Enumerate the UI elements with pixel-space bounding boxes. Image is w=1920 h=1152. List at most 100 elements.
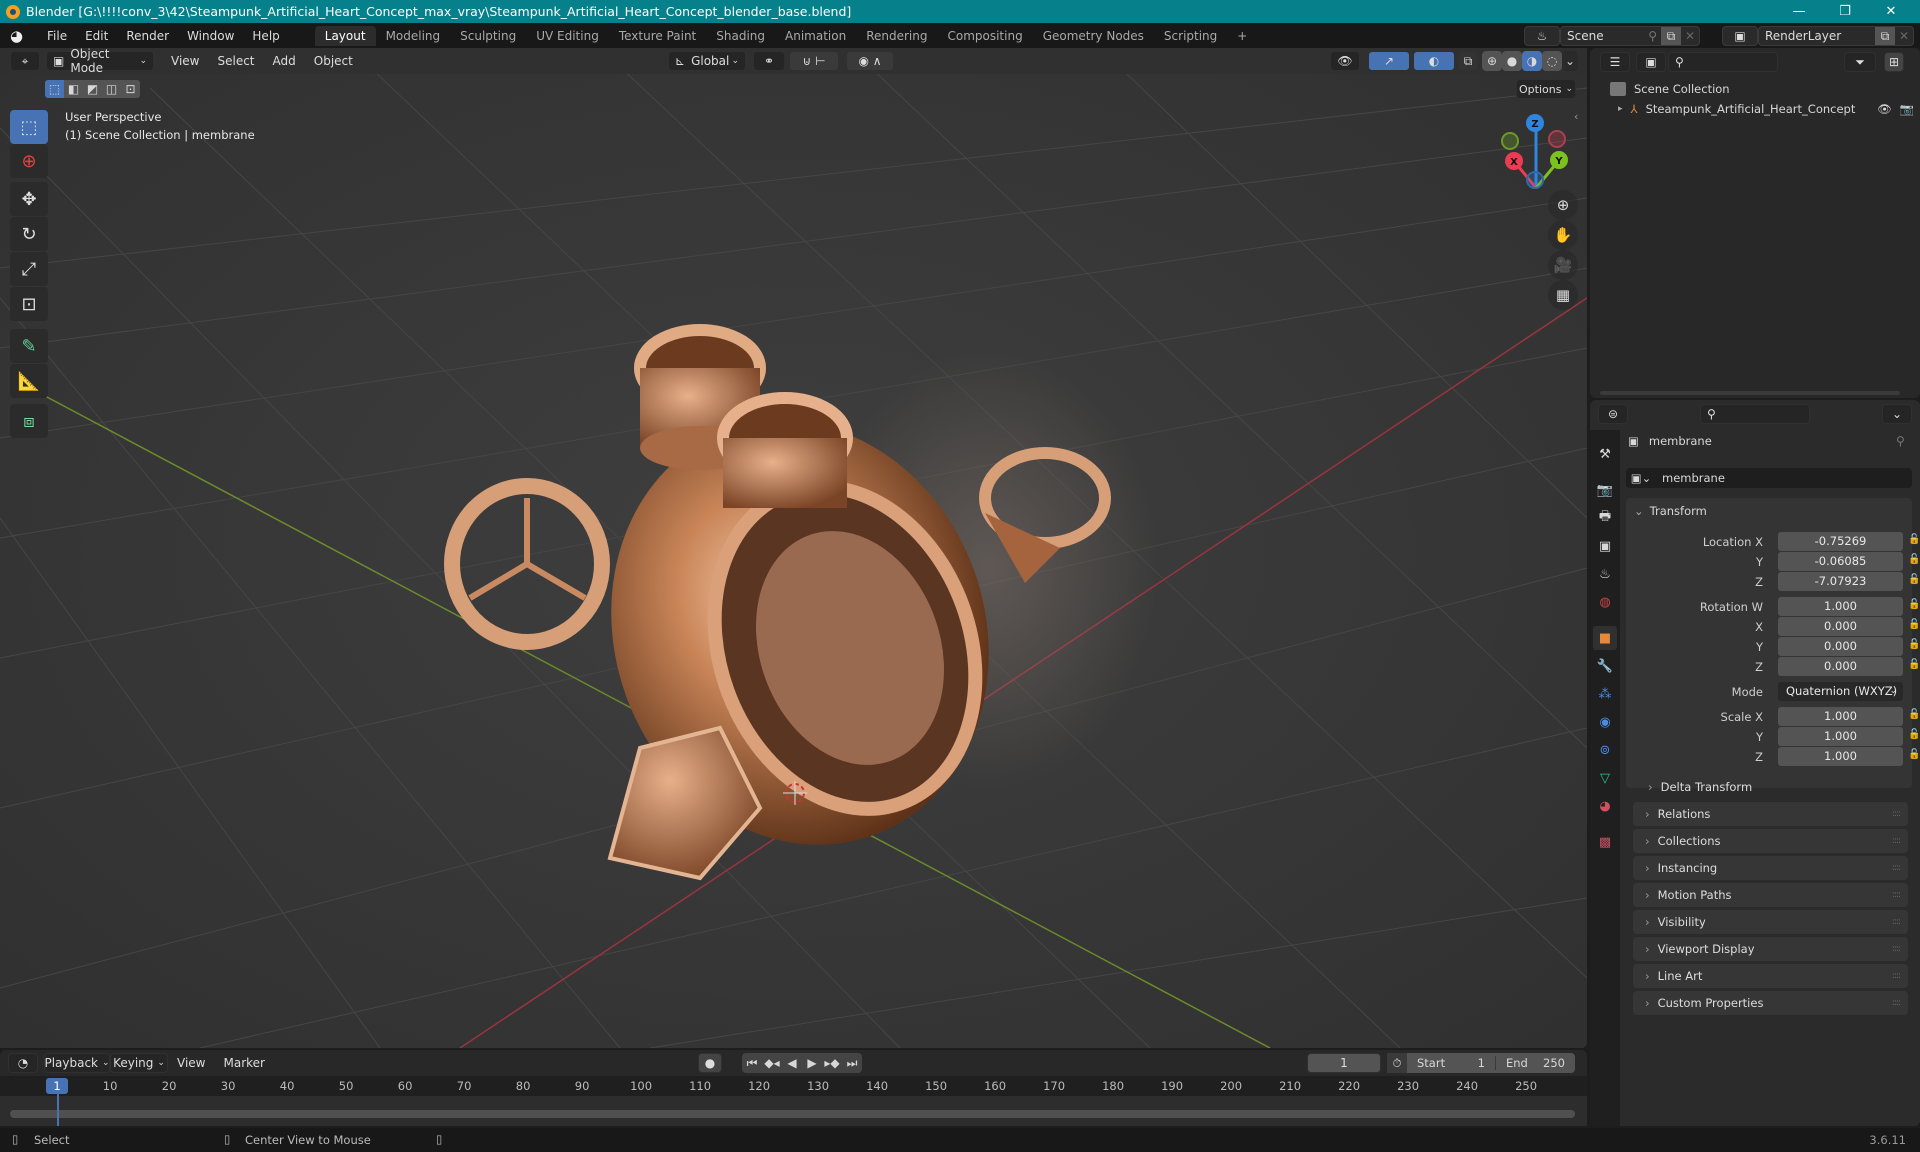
- rotation-x-field[interactable]: 0.000: [1778, 617, 1903, 636]
- tool-scale[interactable]: ⤢: [10, 252, 48, 286]
- drag-grip-icon[interactable]: ::::: [1892, 937, 1901, 961]
- timeline-tracks[interactable]: [0, 1096, 1587, 1126]
- stopwatch-icon[interactable]: ⏱: [1387, 1053, 1407, 1073]
- playhead-frame-indicator[interactable]: 1: [46, 1078, 68, 1094]
- overlays-toggle[interactable]: ◐: [1413, 51, 1455, 71]
- timeline-scrollbar[interactable]: [10, 1110, 1575, 1118]
- delta-transform-subpanel[interactable]: › Delta Transform: [1648, 780, 1752, 794]
- scale-x-field[interactable]: 1.000: [1778, 707, 1903, 726]
- panel-collections[interactable]: › Collections::::: [1633, 829, 1908, 853]
- select-subtract-button[interactable]: ◩: [83, 80, 102, 98]
- timeline-menu-marker[interactable]: Marker: [214, 1056, 273, 1070]
- proportional-editing-toggle[interactable]: ◉ ∧: [846, 51, 894, 71]
- select-invert-button[interactable]: ◫: [102, 80, 121, 98]
- pan-view-button[interactable]: ✋: [1548, 220, 1578, 250]
- transform-panel-header[interactable]: ⌄ Transform: [1634, 504, 1707, 518]
- drag-grip-icon[interactable]: ::::: [1892, 964, 1901, 988]
- tab-render[interactable]: 📷: [1593, 478, 1617, 502]
- expand-arrow-icon[interactable]: ▸: [1618, 104, 1623, 114]
- panel-line-art[interactable]: › Line Art::::: [1633, 964, 1908, 988]
- menu-edit[interactable]: Edit: [76, 29, 117, 43]
- select-intersect-button[interactable]: ⊡: [121, 80, 140, 98]
- pin-icon[interactable]: ⚲: [1896, 434, 1905, 448]
- outliner-search-input[interactable]: ⚲: [1668, 52, 1778, 72]
- drag-grip-icon[interactable]: ::::: [1892, 883, 1901, 907]
- lock-icon[interactable]: 🔓: [1908, 729, 1920, 740]
- drag-grip-icon[interactable]: ::::: [1892, 910, 1901, 934]
- tab-constraints[interactable]: ⊚: [1593, 738, 1617, 762]
- tab-modifiers[interactable]: 🔧: [1593, 654, 1617, 678]
- blender-menu-icon[interactable]: ◕: [10, 27, 28, 45]
- outliner-scrollbar[interactable]: [1600, 391, 1900, 395]
- location-z-field[interactable]: -7.07923: [1778, 572, 1903, 591]
- lock-icon[interactable]: 🔓: [1908, 574, 1920, 585]
- location-y-field[interactable]: -0.06085: [1778, 552, 1903, 571]
- zoom-view-button[interactable]: ⊕: [1548, 190, 1578, 220]
- tool-add-cube[interactable]: ⧈: [10, 404, 48, 438]
- outliner-filter-type-button[interactable]: ▣: [1636, 52, 1666, 72]
- panel-viewport-display[interactable]: › Viewport Display::::: [1633, 937, 1908, 961]
- timeline-editor-type-button[interactable]: ◔: [8, 1053, 38, 1073]
- wireframe-shading-button[interactable]: ⊕: [1482, 51, 1502, 71]
- camera-view-button[interactable]: 🎥: [1548, 250, 1578, 280]
- properties-options-dropdown[interactable]: ⌄: [1882, 404, 1912, 424]
- rotation-mode-dropdown[interactable]: Quaternion (WXYZ) ⌄: [1778, 682, 1903, 701]
- scene-name-field[interactable]: Scene ⚲ ⧉ ✕: [1560, 26, 1700, 46]
- viewport-menu-select[interactable]: Select: [208, 54, 263, 68]
- tab-output[interactable]: 🖶: [1593, 506, 1617, 530]
- outliner-display-mode-button[interactable]: ☰: [1600, 52, 1630, 72]
- jump-start-button[interactable]: ⏮: [742, 1053, 762, 1073]
- tab-tool[interactable]: ⚒: [1593, 442, 1617, 466]
- tab-texture-paint[interactable]: Texture Paint: [609, 26, 706, 46]
- playback-menu[interactable]: Playback ⌄: [44, 1053, 110, 1073]
- tool-annotate[interactable]: ✎: [10, 329, 48, 363]
- properties-search-input[interactable]: ⚲: [1700, 404, 1810, 424]
- rotation-z-field[interactable]: 0.000: [1778, 657, 1903, 676]
- tab-shading[interactable]: Shading: [706, 26, 775, 46]
- drag-grip-icon[interactable]: ::::: [1892, 856, 1901, 880]
- tool-rotate[interactable]: ↻: [10, 217, 48, 251]
- new-collection-button[interactable]: ⊞: [1884, 52, 1904, 72]
- pivot-point-dropdown[interactable]: ⚭: [753, 51, 785, 71]
- tool-measure[interactable]: 📐: [10, 364, 48, 398]
- scene-selector-button[interactable]: ♨: [1524, 26, 1560, 46]
- render-camera-icon[interactable]: 📷: [1900, 102, 1914, 116]
- sidebar-toggle-icon[interactable]: ‹: [1574, 110, 1578, 123]
- rotation-y-field[interactable]: 0.000: [1778, 637, 1903, 656]
- tool-select-box[interactable]: ⬚: [10, 110, 48, 144]
- viewport-menu-add[interactable]: Add: [264, 54, 305, 68]
- tab-material[interactable]: ◕: [1593, 794, 1617, 818]
- lock-icon[interactable]: 🔓: [1908, 599, 1920, 610]
- visibility-selectability-button[interactable]: 👁: [1330, 51, 1360, 71]
- menu-file[interactable]: File: [38, 29, 76, 43]
- gizmo-toggle[interactable]: ↗: [1368, 51, 1410, 71]
- tab-uv-editing[interactable]: UV Editing: [526, 26, 609, 46]
- rotation-w-field[interactable]: 1.000: [1778, 597, 1903, 616]
- properties-editor-type-button[interactable]: ⊜: [1598, 404, 1628, 424]
- lock-icon[interactable]: 🔓: [1908, 619, 1920, 630]
- panel-instancing[interactable]: › Instancing::::: [1633, 856, 1908, 880]
- object-name-field[interactable]: ▣⌄ membrane: [1626, 468, 1912, 488]
- options-dropdown[interactable]: Options ⌄: [1516, 79, 1576, 99]
- panel-custom-properties[interactable]: › Custom Properties::::: [1633, 991, 1908, 1015]
- tab-data[interactable]: ▽: [1593, 766, 1617, 790]
- tool-move[interactable]: ✥: [10, 182, 48, 216]
- tab-layout[interactable]: Layout: [314, 25, 376, 46]
- snap-toggle[interactable]: ⊍ ⊢: [789, 51, 839, 71]
- outliner-row-scene-collection[interactable]: Scene Collection: [1610, 79, 1730, 99]
- lock-icon[interactable]: 🔓: [1908, 554, 1920, 565]
- tab-view-layer[interactable]: ▣: [1593, 534, 1617, 558]
- drag-grip-icon[interactable]: ::::: [1892, 802, 1901, 826]
- delete-scene-icon[interactable]: ✕: [1681, 29, 1699, 43]
- select-new-button[interactable]: ⬚: [45, 80, 64, 98]
- outliner-filter-button[interactable]: ⏷: [1844, 52, 1876, 72]
- mode-selector[interactable]: ▣ Object Mode ⌄: [46, 48, 154, 75]
- location-x-field[interactable]: -0.75269: [1778, 532, 1903, 551]
- tool-cursor[interactable]: ⊕: [10, 144, 48, 178]
- solid-shading-button[interactable]: ●: [1502, 51, 1522, 71]
- panel-motion-paths[interactable]: › Motion Paths::::: [1633, 883, 1908, 907]
- tab-modeling[interactable]: Modeling: [376, 26, 451, 46]
- tab-scripting[interactable]: Scripting: [1154, 26, 1227, 46]
- tab-object[interactable]: ■: [1593, 626, 1617, 650]
- transform-orientation-dropdown[interactable]: ⊾ Global ⌄: [668, 51, 746, 71]
